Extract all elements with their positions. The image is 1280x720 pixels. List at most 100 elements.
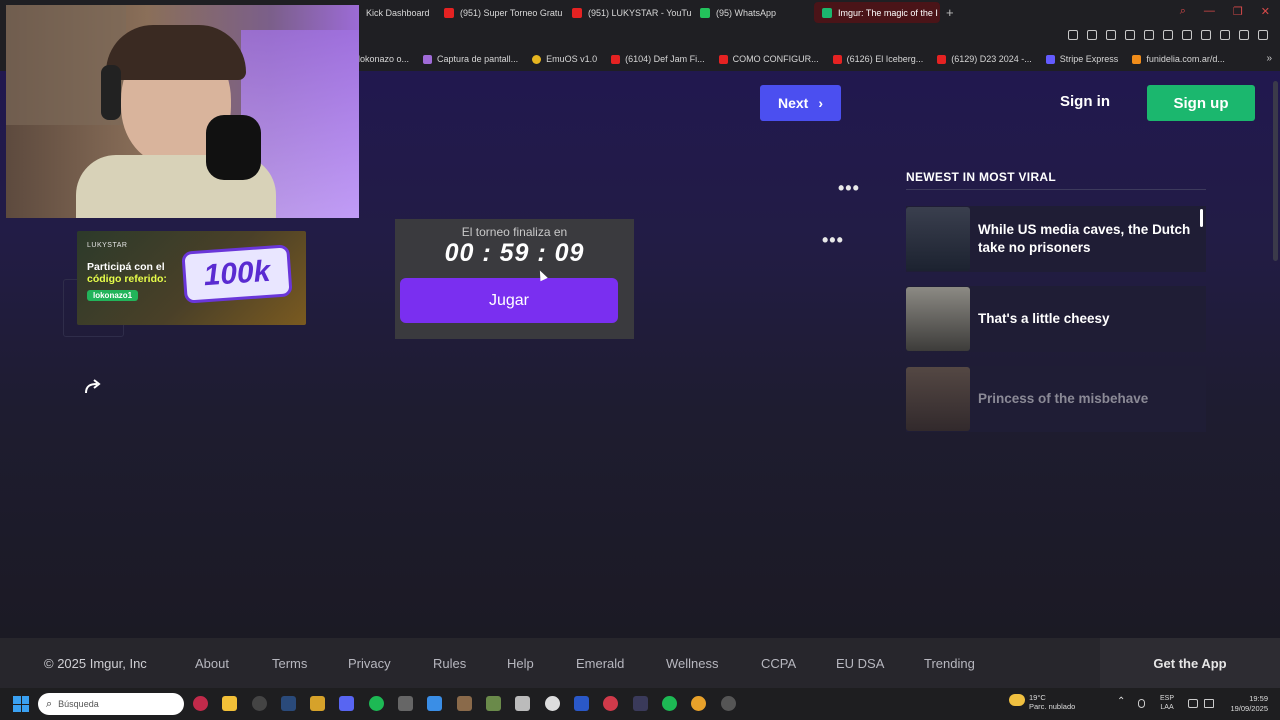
maximize-icon[interactable]: ❐	[1233, 5, 1243, 18]
lukystar-ad-banner[interactable]: LUKYSTAR Participá con el código referid…	[77, 231, 306, 325]
get-the-app-button[interactable]: Get the App	[1100, 638, 1280, 688]
sign-in-button[interactable]: Sign in	[1060, 93, 1110, 110]
taskbar-search-input[interactable]: ⌕ Búsqueda	[38, 693, 184, 715]
microphone-icon[interactable]	[1138, 699, 1145, 708]
youtube-icon	[611, 54, 621, 64]
play-icon[interactable]	[1163, 30, 1173, 40]
download-icon[interactable]	[1239, 30, 1249, 40]
bookmark-item[interactable]: (6129) D23 2024 -...	[937, 54, 1032, 64]
obs-icon[interactable]	[721, 696, 736, 711]
search-icon: ⌕	[46, 697, 53, 710]
opera-gx-icon[interactable]	[193, 696, 208, 711]
volume-icon[interactable]	[1204, 699, 1214, 708]
tab-youtube-torneo[interactable]: (951) Super Torneo Gratu	[436, 2, 564, 23]
weather-icon[interactable]	[1009, 694, 1025, 706]
screenshot-icon[interactable]	[1106, 30, 1116, 40]
search-tabs-icon[interactable]: ⌕	[1180, 5, 1186, 18]
tab-kick-dashboard[interactable]: Kick Dashboard	[358, 2, 436, 23]
chrome-icon[interactable]	[691, 696, 706, 711]
language-indicator[interactable]: ESP LAA	[1160, 694, 1174, 712]
sign-up-button[interactable]: Sign up	[1147, 85, 1255, 121]
app-icon[interactable]	[545, 696, 560, 711]
footer-link-eu-dsa[interactable]: EU DSA	[836, 656, 884, 671]
tab-whatsapp[interactable]: (95) WhatsApp	[692, 2, 814, 23]
game-icon[interactable]	[486, 696, 501, 711]
footer-link-about[interactable]: About	[195, 656, 229, 671]
more-options-icon[interactable]: •••	[822, 231, 844, 249]
close-icon[interactable]: ✕	[1261, 5, 1270, 18]
footer-link-trending[interactable]: Trending	[924, 656, 975, 671]
copyright-text: © 2025 Imgur, Inc	[44, 655, 147, 671]
footer-link-ccpa[interactable]: CCPA	[761, 656, 796, 671]
youtube-icon	[572, 7, 582, 18]
menu-icon[interactable]	[1258, 30, 1268, 40]
pin-icon[interactable]	[1087, 30, 1097, 40]
imgur-icon	[822, 7, 832, 18]
file-explorer-icon[interactable]	[222, 696, 237, 711]
car-icon[interactable]	[515, 696, 530, 711]
viral-post-item[interactable]: Princess of the misbehave	[906, 366, 1206, 432]
bookmark-item[interactable]: (6126) El Iceberg...	[832, 54, 923, 64]
notepad-icon[interactable]	[427, 696, 442, 711]
webcam-microphone	[206, 115, 261, 180]
post-title: While US media caves, the Dutch take no …	[978, 222, 1191, 255]
app-icon[interactable]	[398, 696, 413, 711]
tab-imgur[interactable]: Imgur: The magic of the I	[814, 2, 940, 23]
windows-taskbar: ⌕ Búsqueda 19°C Parc. nublado ⌃ ESP LAA …	[0, 688, 1280, 720]
footer-link-emerald[interactable]: Emerald	[576, 656, 624, 671]
page-scrollbar[interactable]	[1273, 81, 1278, 261]
tab-youtube-lukystar[interactable]: (951) LUKYSTAR - YouTu	[564, 2, 692, 23]
viral-post-item[interactable]: That's a little cheesy	[906, 286, 1206, 352]
profile-icon[interactable]	[1220, 30, 1230, 40]
footer-link-rules[interactable]: Rules	[433, 656, 466, 671]
webcam-hair	[106, 25, 246, 80]
footer-link-privacy[interactable]: Privacy	[348, 656, 391, 671]
extensions-icon[interactable]	[1201, 30, 1211, 40]
bookmark-item[interactable]: Captura de pantall...	[423, 54, 518, 64]
bookmark-item[interactable]: funidelia.com.ar/d...	[1132, 54, 1225, 64]
chevron-up-icon[interactable]: ⌃	[1117, 696, 1125, 707]
ad-referral-code: lokonazo1	[87, 290, 139, 301]
funidelia-icon	[1132, 54, 1142, 64]
game-icon[interactable]	[457, 696, 472, 711]
weather-widget[interactable]: 19°C Parc. nublado	[1029, 693, 1075, 711]
share-icon[interactable]	[84, 377, 104, 395]
bitwarden-icon[interactable]	[574, 696, 589, 711]
new-tab-button[interactable]: +	[946, 5, 954, 20]
steam-icon[interactable]	[281, 696, 296, 711]
translate-icon[interactable]	[1144, 30, 1154, 40]
heart-icon[interactable]	[1182, 30, 1192, 40]
app-icon[interactable]	[633, 696, 648, 711]
more-options-icon[interactable]: •••	[838, 179, 860, 197]
windows-start-icon[interactable]	[13, 696, 29, 712]
bookmark-item[interactable]: lokonazo o...	[358, 54, 409, 64]
minimize-icon[interactable]: —	[1204, 5, 1215, 18]
discord-icon[interactable]	[339, 696, 354, 711]
emu-icon	[532, 54, 542, 64]
bookmark-item[interactable]: Stripe Express	[1045, 54, 1118, 64]
app-icon[interactable]	[603, 696, 618, 711]
sidebar-scroll-indicator[interactable]	[1200, 209, 1203, 227]
network-icon[interactable]	[1188, 699, 1198, 708]
viral-post-item[interactable]: While US media caves, the Dutch take no …	[906, 206, 1206, 272]
timer-countdown: 00 : 59 : 09	[444, 239, 585, 267]
next-button[interactable]: Next ›	[760, 85, 841, 121]
bookmarks-more-button[interactable]: »	[1266, 53, 1272, 64]
stripe-icon	[1045, 54, 1055, 64]
obs-icon[interactable]	[252, 696, 267, 711]
jugar-button[interactable]: Jugar	[400, 278, 618, 323]
post-thumbnail	[906, 207, 970, 271]
app-icon[interactable]	[310, 696, 325, 711]
zoom-icon[interactable]	[1068, 30, 1078, 40]
spotify-icon[interactable]	[369, 696, 384, 711]
bookmark-item[interactable]: (6104) Def Jam Fi...	[611, 54, 705, 64]
shield-icon[interactable]	[1125, 30, 1135, 40]
footer-link-terms[interactable]: Terms	[272, 656, 307, 671]
bookmark-item[interactable]: EmuOS v1.0	[532, 54, 597, 64]
system-clock[interactable]: 19:59 19/09/2025	[1224, 694, 1268, 714]
footer-link-wellness[interactable]: Wellness	[666, 656, 719, 671]
spotify-icon[interactable]	[662, 696, 677, 711]
bookmark-item[interactable]: COMO CONFIGUR...	[718, 54, 819, 64]
youtube-icon	[718, 54, 728, 64]
footer-link-help[interactable]: Help	[507, 656, 534, 671]
